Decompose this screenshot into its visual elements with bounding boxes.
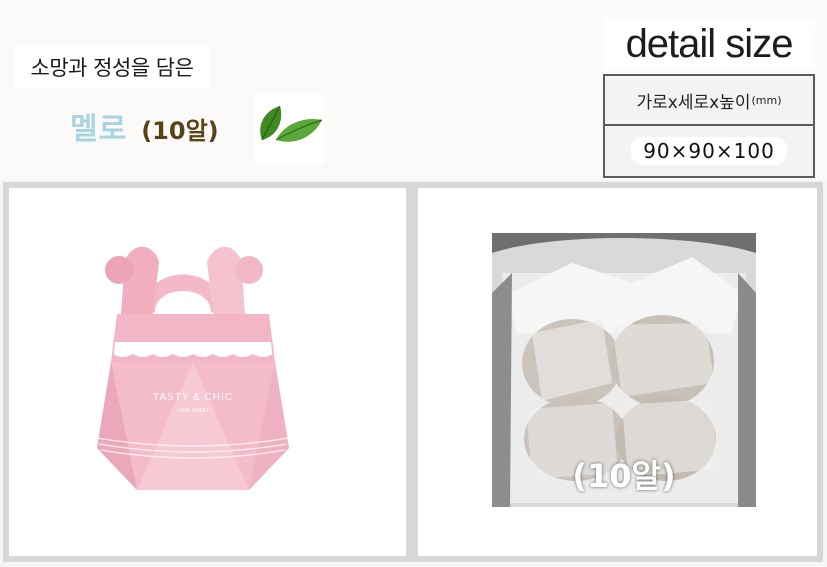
- macaron-photo: (10알): [492, 233, 756, 507]
- box-brand-subtext: LOVE SWEET: [177, 408, 210, 414]
- dimension-value: 90×90×100: [631, 137, 787, 165]
- box-photo-panel: TASTY & CHIC LOVE SWEET: [3, 182, 412, 562]
- content-count-label: (10알): [572, 457, 676, 495]
- leaf-icon: [254, 94, 324, 164]
- product-name: 멜로: [70, 112, 128, 147]
- box-brand-text: TASTY & CHIC: [153, 392, 233, 403]
- product-count: (10알): [141, 117, 219, 145]
- size-table-header: 가로x세로x높이 (mm): [605, 76, 813, 126]
- size-table-value-row: 90×90×100: [605, 126, 813, 176]
- tagline: 소망과 정성을 담은: [30, 56, 194, 80]
- detail-size-box: detail size 가로x세로x높이 (mm) 90×90×100: [603, 18, 815, 178]
- gift-box-image: TASTY & CHIC LOVE SWEET: [96, 246, 290, 490]
- size-table: 가로x세로x높이 (mm) 90×90×100: [603, 74, 815, 178]
- content-photo-panel: (10알): [412, 182, 823, 562]
- dimension-unit: (mm): [751, 93, 782, 107]
- product-title: 멜로 (10알): [70, 104, 219, 147]
- tagline-box: 소망과 정성을 담은: [14, 45, 210, 89]
- detail-size-title: detail size: [625, 22, 794, 66]
- dimension-label: 가로x세로x높이: [636, 92, 751, 113]
